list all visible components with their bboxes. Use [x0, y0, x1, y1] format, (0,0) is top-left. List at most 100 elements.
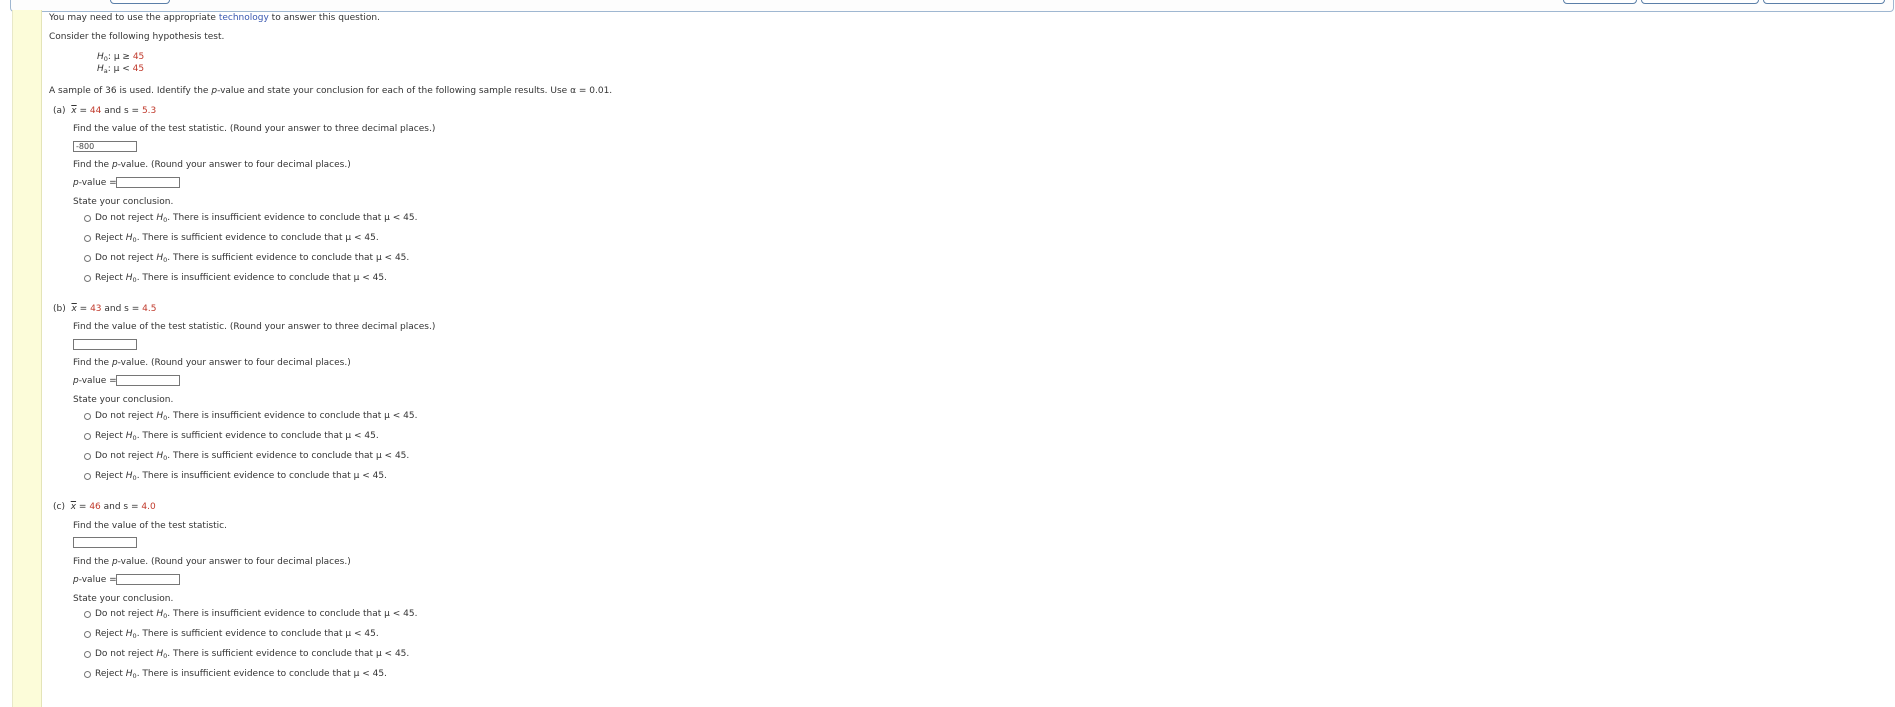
technology-link[interactable]: technology: [219, 13, 269, 23]
part-b-option-4-text[interactable]: Reject H0. There is insufficient evidenc…: [95, 471, 387, 484]
top-button-1[interactable]: [1563, 0, 1637, 4]
option-mid: . There is insufficient evidence to conc…: [167, 609, 385, 619]
part-c-pvalue-label: p-value =: [73, 575, 117, 586]
part-a-option-3-radio[interactable]: [84, 255, 91, 262]
part-c-xbar-value: 46: [89, 502, 101, 512]
part-a-option-4-text[interactable]: Reject H0. There is insufficient evidenc…: [95, 273, 387, 286]
option-pre: Do not reject: [95, 451, 157, 461]
option-mid: . There is insufficient evidence to conc…: [136, 471, 354, 481]
option-pre: Reject: [95, 669, 126, 679]
part-c-option-3-radio[interactable]: [84, 651, 91, 658]
part-b-option-2-radio[interactable]: [84, 433, 91, 440]
part-a-option-2-text[interactable]: Reject H0. There is sufficient evidence …: [95, 233, 379, 246]
ha-symbol: H: [97, 64, 104, 74]
option-pre: Reject: [95, 233, 126, 243]
part-c-option-4-text[interactable]: Reject H0. There is insufficient evidenc…: [95, 669, 387, 682]
part-b-pvalue-label: p-value =: [73, 376, 117, 387]
alpha-value: α = 0.01.: [570, 86, 613, 96]
part-a-header: (a) x = 44 and s = 5.3: [53, 106, 156, 117]
part-a-option-3-text[interactable]: Do not reject H0. There is sufficient ev…: [95, 253, 409, 266]
option-tail: μ < 45.: [353, 471, 387, 481]
part-c-pvalue-input[interactable]: [116, 574, 180, 585]
find-p-prefix: Find the: [73, 160, 112, 170]
find-p-prefix: Find the: [73, 358, 112, 368]
technology-note: You may need to use the appropriate tech…: [49, 13, 380, 24]
option-mid: . There is insufficient evidence to conc…: [167, 411, 385, 421]
option-pre: Reject: [95, 471, 126, 481]
part-b-option-2-text[interactable]: Reject H0. There is sufficient evidence …: [95, 431, 379, 444]
part-a-option-1-text[interactable]: Do not reject H0. There is insufficient …: [95, 213, 417, 226]
sample-sentence-start: A sample of 36 is used. Identify the: [49, 86, 212, 96]
part-c-s-value: 4.0: [141, 502, 156, 512]
top-button-left[interactable]: [110, 0, 170, 4]
part-b-pvalue-input[interactable]: [116, 375, 180, 386]
option-pre: Do not reject: [95, 609, 157, 619]
part-c-state-conclusion: State your conclusion.: [73, 594, 174, 604]
h0-relation: : μ ≥: [107, 52, 133, 62]
option-tail: μ < 45.: [375, 253, 410, 263]
part-c-option-3-text[interactable]: Do not reject H0. There is sufficient ev…: [95, 649, 409, 662]
pvalue-equals: -value =: [78, 376, 117, 386]
technology-note-suffix: to answer this question.: [268, 13, 380, 23]
part-c-option-1-text[interactable]: Do not reject H0. There is insufficient …: [95, 609, 417, 622]
option-mid: . There is insufficient evidence to conc…: [136, 669, 354, 679]
part-b-header: (b) x = 43 and s = 4.5: [53, 304, 156, 315]
option-tail: μ < 45.: [353, 273, 387, 283]
part-b-test-statistic-input[interactable]: [73, 339, 137, 350]
part-a-xbar-value: 44: [89, 106, 102, 116]
part-a-and-s: and s =: [101, 106, 142, 116]
part-c-option-2-text[interactable]: Reject H0. There is sufficient evidence …: [95, 629, 379, 642]
part-a-letter: (a): [53, 106, 66, 116]
find-p-suffix: -value. (Round your answer to four decim…: [117, 557, 351, 567]
h0-value: 45: [132, 52, 145, 62]
option-mid: . There is insufficient evidence to conc…: [167, 213, 385, 223]
part-b-option-1-radio[interactable]: [84, 413, 91, 420]
option-mid: . There is sufficient evidence to conclu…: [167, 451, 376, 461]
part-b-option-1-text[interactable]: Do not reject H0. There is insufficient …: [95, 411, 417, 424]
option-pre: Do not reject: [95, 649, 157, 659]
part-c-find-stat: Find the value of the test statistic.: [73, 521, 227, 531]
option-mid: . There is sufficient evidence to conclu…: [136, 233, 346, 243]
option-pre: Reject: [95, 431, 126, 441]
part-b-find-stat: Find the value of the test statistic. (R…: [73, 322, 436, 332]
ha-relation: : μ <: [107, 64, 133, 74]
part-c-option-4-radio[interactable]: [84, 671, 91, 678]
option-pre: Do not reject: [95, 411, 157, 421]
sample-sentence: A sample of 36 is used. Identify the p-v…: [49, 86, 612, 97]
part-b-option-3-text[interactable]: Do not reject H0. There is sufficient ev…: [95, 451, 409, 464]
find-p-suffix: -value. (Round your answer to four decim…: [117, 358, 351, 368]
part-a-find-stat: Find the value of the test statistic. (R…: [73, 124, 436, 134]
part-a-option-2-radio[interactable]: [84, 235, 91, 242]
part-b-option-4-radio[interactable]: [84, 473, 91, 480]
option-tail: μ < 45.: [345, 629, 379, 639]
part-b-option-3-radio[interactable]: [84, 453, 91, 460]
technology-note-prefix: You may need to use the appropriate: [49, 13, 219, 23]
part-a-pvalue-input[interactable]: [116, 177, 180, 188]
option-mid: . There is sufficient evidence to conclu…: [167, 253, 376, 263]
part-a-find-pvalue: Find the p-value. (Round your answer to …: [73, 160, 351, 171]
top-toolbar: [0, 0, 1895, 12]
part-b-xbar-value: 43: [90, 304, 102, 314]
option-pre: Reject: [95, 629, 126, 639]
option-tail: μ < 45.: [345, 233, 379, 243]
find-p-suffix: -value. (Round your answer to four decim…: [117, 160, 351, 170]
top-button-3[interactable]: [1763, 0, 1885, 4]
part-c-find-pvalue: Find the p-value. (Round your answer to …: [73, 557, 351, 568]
top-button-2[interactable]: [1641, 0, 1759, 4]
part-c-and-s: and s =: [100, 502, 142, 512]
part-a-option-4-radio[interactable]: [84, 275, 91, 282]
part-a-option-1-radio[interactable]: [84, 215, 91, 222]
option-tail: μ < 45.: [353, 669, 387, 679]
part-c-option-2-radio[interactable]: [84, 631, 91, 638]
option-tail: μ < 45.: [384, 213, 418, 223]
option-pre: Do not reject: [95, 213, 157, 223]
alternative-hypothesis: Ha: μ < 45: [97, 64, 144, 77]
part-b-find-pvalue: Find the p-value. (Round your answer to …: [73, 358, 351, 369]
sample-sentence-middle: -value and state your conclusion for eac…: [217, 86, 571, 96]
part-c-option-1-radio[interactable]: [84, 611, 91, 618]
part-a-test-statistic-input[interactable]: [73, 141, 137, 152]
part-b-s-value: 4.5: [142, 304, 157, 314]
option-pre: Reject: [95, 273, 126, 283]
part-c-test-statistic-input[interactable]: [73, 537, 137, 548]
pvalue-equals: -value =: [78, 178, 117, 188]
